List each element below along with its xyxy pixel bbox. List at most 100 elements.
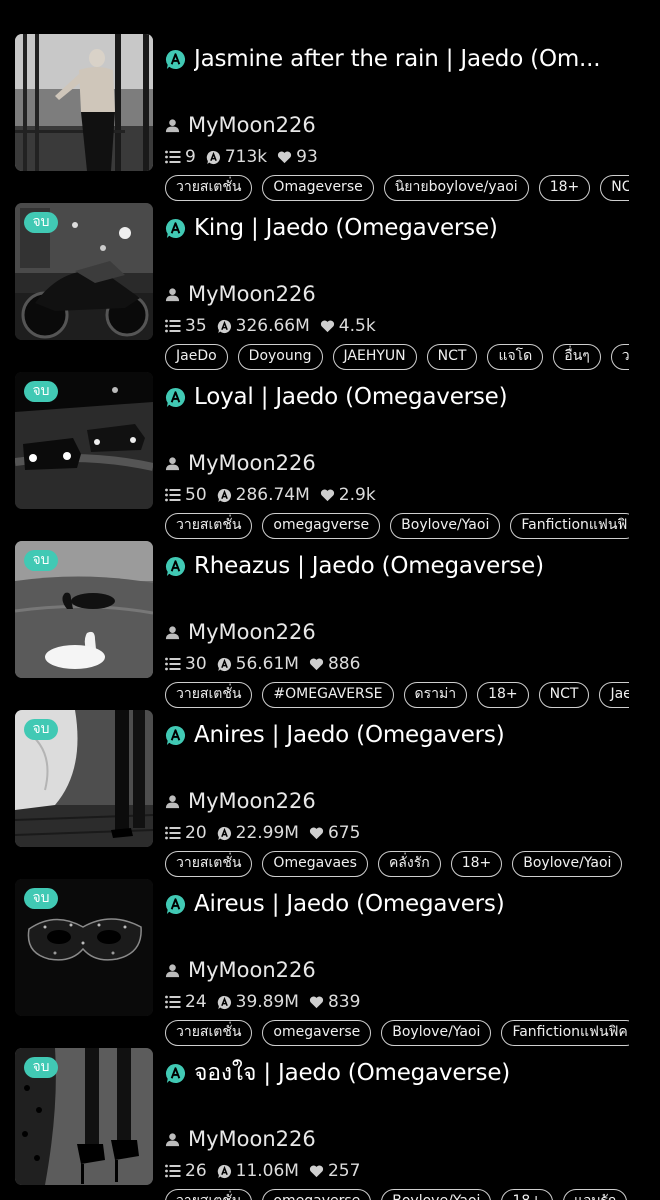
tag-chip[interactable]: Boylove/Yaoi [381, 1189, 492, 1200]
tag-chip[interactable]: ดราม่า [403, 682, 468, 708]
novel-card[interactable]: จบ King | Jaedo (Omegaverse) MyMoon226 3… [0, 203, 660, 370]
author-name[interactable]: MyMoon226 [188, 958, 316, 982]
tag-chip[interactable]: Doyoung [237, 344, 323, 370]
tag-chip[interactable]: Omageverse [262, 175, 374, 201]
author-name[interactable]: MyMoon226 [188, 282, 316, 306]
stats-row: 50 286.74M 2.9k [165, 484, 386, 506]
tag-chip[interactable]: omegaverse [262, 1020, 372, 1046]
author-row[interactable]: MyMoon226 [165, 110, 316, 140]
author-row[interactable]: MyMoon226 [165, 955, 316, 985]
novel-cover[interactable]: จบ [15, 541, 153, 678]
like-count: 93 [277, 147, 318, 167]
tag-list[interactable]: วายสเตชั่น omegaverse Boylove/Yaoi Fanficti… [165, 1020, 629, 1048]
novel-title[interactable]: Anires | Jaedo (Omegavers) [194, 722, 504, 748]
like-count: 4.5k [320, 316, 376, 336]
author-name[interactable]: MyMoon226 [188, 1127, 316, 1151]
author-name[interactable]: MyMoon226 [188, 789, 316, 813]
novel-cover[interactable] [15, 34, 153, 171]
tag-chip[interactable]: omegaverse [262, 1189, 372, 1200]
tag-list[interactable]: JaeDo Doyoung JAEHYUN NCT แจโด อื่นๆ ว [165, 344, 629, 372]
title-row[interactable]: Loyal | Jaedo (Omegaverse) [165, 380, 635, 414]
author-name[interactable]: MyMoon226 [188, 113, 316, 137]
tag-chip[interactable]: JaeD [599, 682, 629, 708]
tag-chip[interactable]: Fanfictionแฟนฟิ [510, 513, 629, 539]
tag-chip[interactable]: วายสเตชั่น [165, 851, 253, 877]
novel-cover[interactable]: จบ [15, 710, 153, 847]
title-row[interactable]: Rheazus | Jaedo (Omegaverse) [165, 549, 635, 583]
tag-chip[interactable]: แอบรัก [563, 1189, 628, 1200]
tag-chip[interactable]: #OMEGAVERSE [262, 682, 394, 708]
tag-list[interactable]: วายสเตชั่น omegaverse Boylove/Yaoi 18+ แอบรั… [165, 1189, 629, 1200]
novel-card[interactable]: จบ จองใจ | Jaedo (Omegaverse) MyMoon226 … [0, 1048, 660, 1200]
novel-cover[interactable]: จบ [15, 1048, 153, 1185]
tag-chip[interactable]: วายสเตชั่น [165, 513, 253, 539]
tag-chip[interactable]: 18+ [450, 851, 503, 877]
title-row[interactable]: King | Jaedo (Omegaverse) [165, 211, 635, 245]
tag-list[interactable]: วายสเตชั่น Omegavaes คลั่งรัก 18+ Boylove/Ya… [165, 851, 629, 879]
tag-chip[interactable]: วายสเตชั่น [165, 682, 253, 708]
tag-chip[interactable]: 18+ [477, 682, 529, 708]
tag-chip[interactable]: Boylove/Yaoi [512, 851, 623, 877]
tag-chip[interactable]: นิยายboylove/yaoi [383, 175, 529, 201]
novel-card[interactable]: จบ Rheazus | Jaedo (Omegaverse) MyMoon22… [0, 541, 660, 708]
novel-cover[interactable]: จบ [15, 372, 153, 509]
tag-chip[interactable]: อื่นๆ [553, 344, 601, 370]
title-row[interactable]: Anires | Jaedo (Omegavers) [165, 718, 635, 752]
tag-chip[interactable]: Omegavaes [262, 851, 368, 877]
novel-card[interactable]: จบ Aireus | Jaedo (Omegavers) MyMoon226 … [0, 879, 660, 1046]
tag-chip[interactable]: omegagverse [262, 513, 381, 539]
tag-chip[interactable]: วายสเตชั่น [165, 1189, 253, 1200]
view-count: 326.66M [217, 316, 310, 336]
title-row[interactable]: Jasmine after the rain | Jaedo (Om... [165, 42, 635, 76]
tag-list[interactable]: วายสเตชั่น Omageverse นิยายboylove/yaoi 18+… [165, 175, 629, 203]
author-row[interactable]: MyMoon226 [165, 786, 316, 816]
novel-title[interactable]: Rheazus | Jaedo (Omegaverse) [194, 553, 544, 579]
tag-list[interactable]: วายสเตชั่น omegagverse Boylove/Yaoi Fanfict… [165, 513, 629, 541]
author-row[interactable]: MyMoon226 [165, 279, 316, 309]
tag-chip[interactable]: JaeDo [165, 344, 228, 370]
heart-icon [320, 319, 339, 333]
novel-title[interactable]: Loyal | Jaedo (Omegaverse) [194, 384, 507, 410]
tag-chip[interactable]: วายสเตชั่น [165, 175, 253, 201]
completed-badge: จบ [24, 719, 58, 740]
tag-chip[interactable]: วายสเตชั่น [165, 1020, 253, 1046]
tag-chip[interactable]: JAEHYUN [332, 344, 417, 370]
tag-chip[interactable]: Boylove/Yaoi [390, 513, 501, 539]
novel-title[interactable]: Jasmine after the rain | Jaedo (Om... [194, 46, 600, 72]
stats-row: 35 326.66M 4.5k [165, 315, 386, 337]
author-row[interactable]: MyMoon226 [165, 1124, 316, 1154]
title-row[interactable]: Aireus | Jaedo (Omegavers) [165, 887, 635, 921]
chapter-count: 50 [165, 485, 207, 505]
tag-chip[interactable]: Fanfictionแฟนฟิค [501, 1020, 629, 1046]
novel-card[interactable]: จบ Anires | Jaedo (Omegavers) MyMoon226 … [0, 710, 660, 877]
a-badge-icon [165, 218, 194, 239]
tag-chip[interactable]: ว [610, 344, 629, 370]
a-badge-icon [165, 49, 194, 70]
tag-chip[interactable]: NCT [600, 175, 629, 201]
author-name[interactable]: MyMoon226 [188, 620, 316, 644]
tag-list[interactable]: วายสเตชั่น #OMEGAVERSE ดราม่า 18+ NCT JaeD [165, 682, 629, 710]
a-badge-icon [165, 556, 194, 577]
author-name[interactable]: MyMoon226 [188, 451, 316, 475]
tag-chip[interactable]: คลั่งรัก [377, 851, 441, 877]
novel-title[interactable]: Aireus | Jaedo (Omegavers) [194, 891, 504, 917]
tag-chip[interactable]: 18+ [538, 175, 591, 201]
like-count: 257 [309, 1161, 360, 1181]
novel-cover[interactable]: จบ [15, 203, 153, 340]
novel-cover[interactable]: จบ [15, 879, 153, 1016]
tag-chip[interactable]: แจโด [487, 344, 544, 370]
person-icon [165, 456, 188, 471]
author-row[interactable]: MyMoon226 [165, 448, 316, 478]
like-count: 839 [309, 992, 360, 1012]
tag-chip[interactable]: Boylove/Yaoi [381, 1020, 492, 1046]
tag-chip[interactable]: 18+ [501, 1189, 553, 1200]
title-row[interactable]: จองใจ | Jaedo (Omegaverse) [165, 1056, 635, 1090]
novel-card[interactable]: จบ Loyal | Jaedo (Omegaverse) MyMoon226 … [0, 372, 660, 539]
author-row[interactable]: MyMoon226 [165, 617, 316, 647]
novel-card[interactable]: Jasmine after the rain | Jaedo (Om... My… [0, 34, 660, 201]
novel-title[interactable]: จองใจ | Jaedo (Omegaverse) [194, 1055, 510, 1091]
novel-title[interactable]: King | Jaedo (Omegaverse) [194, 215, 498, 241]
tag-chip[interactable]: NCT [538, 682, 590, 708]
chapter-count-value: 30 [185, 654, 207, 674]
tag-chip[interactable]: NCT [426, 344, 478, 370]
